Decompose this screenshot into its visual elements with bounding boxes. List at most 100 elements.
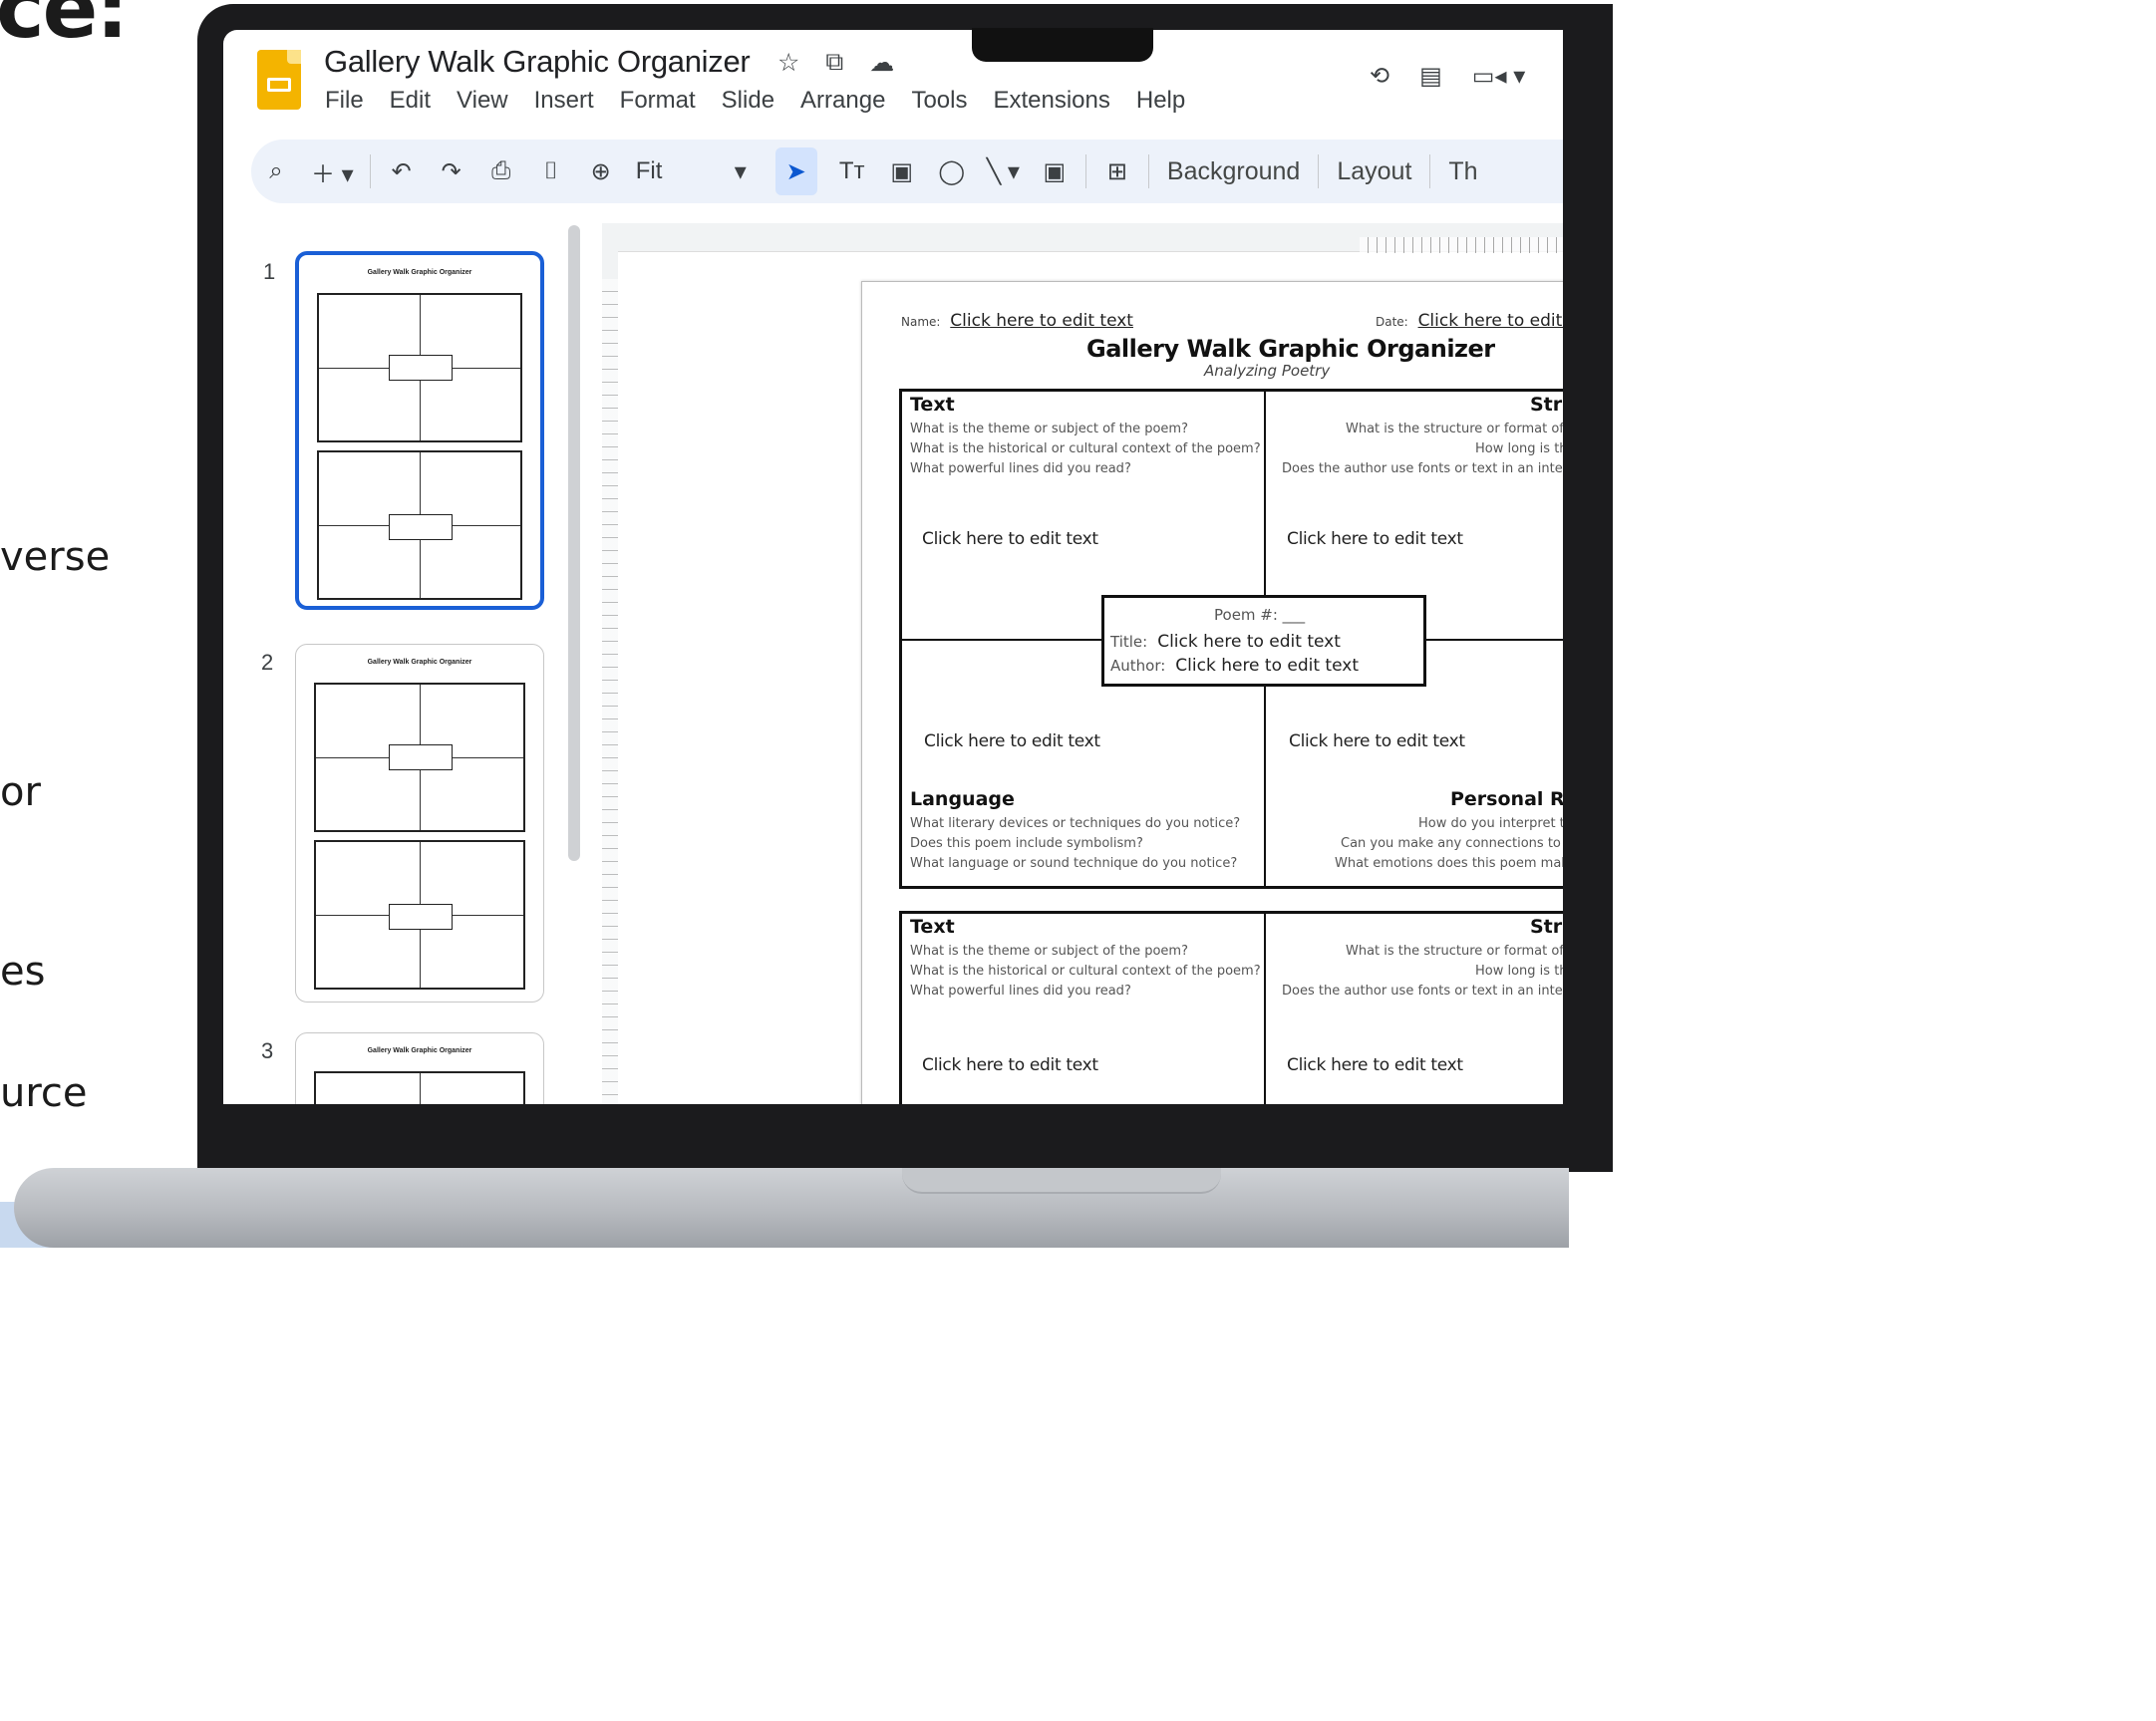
name-field[interactable]: Click here to edit text (950, 311, 1133, 331)
text-question: What powerful lines did you read? (910, 984, 1131, 999)
comments-icon[interactable]: ▤ (1419, 62, 1442, 91)
menu-arrange[interactable]: Arrange (800, 87, 885, 115)
toolbar-divider (1429, 154, 1431, 188)
laptop-opening-lip (902, 1168, 1221, 1194)
theme-button[interactable]: Th (1448, 157, 1477, 186)
marketing-line-1: verse (0, 534, 111, 580)
language-question: Does this poem include symbolism? (910, 836, 1143, 851)
menu-extensions[interactable]: Extensions (993, 87, 1109, 115)
marketing-line-3: es (0, 949, 46, 995)
toolbar-divider (1318, 154, 1320, 188)
slide-thumbnail-2[interactable]: Gallery Walk Graphic Organizer (295, 644, 544, 1003)
slide-content: Name: Click here to edit text Date: Clic… (877, 299, 1563, 1104)
language-answer-field[interactable]: Click here to edit text (924, 731, 1100, 751)
text-box-icon[interactable]: Tт (837, 147, 867, 195)
structure-question: What is the structure or format of the (1346, 422, 1563, 436)
zoom-icon[interactable]: ⊕ (586, 147, 616, 195)
menu-help[interactable]: Help (1136, 87, 1185, 115)
thumbnail-title: Gallery Walk Graphic Organizer (367, 1047, 472, 1054)
text-question: What powerful lines did you read? (910, 461, 1131, 476)
personal-question: What emotions does this poem make y (1335, 856, 1563, 871)
line-icon[interactable]: ╲ ▾ (987, 147, 1020, 195)
structure-answer-field[interactable]: Click here to edit text (1287, 529, 1463, 549)
horizontal-ruler (1360, 237, 1563, 253)
language-heading: Language (910, 788, 1015, 810)
structure-question: Does the author use fonts or text in an … (1282, 461, 1563, 476)
menu-view[interactable]: View (457, 87, 508, 115)
zoom-dropdown-icon[interactable]: ▾ (726, 147, 756, 195)
background-button[interactable]: Background (1167, 157, 1300, 186)
version-history-icon[interactable]: ⟲ (1370, 62, 1389, 91)
text-heading: Text (910, 394, 955, 416)
marketing-line-2: or (0, 769, 41, 815)
filmstrip-scrollbar[interactable] (568, 225, 580, 861)
poem-number[interactable]: Poem #: ___ (1214, 606, 1305, 624)
menu-insert[interactable]: Insert (534, 87, 594, 115)
date-row: Date: Click here to edit te (1376, 311, 1563, 331)
toolbar-divider (1084, 154, 1086, 188)
date-field[interactable]: Click here to edit te (1418, 311, 1563, 331)
search-menus-icon[interactable]: ⌕ (261, 147, 291, 195)
select-tool-icon[interactable]: ➤ (774, 147, 817, 195)
text-heading: Text (910, 916, 955, 938)
text-question: What is the historical or cultural conte… (910, 441, 1261, 456)
camera-notch (972, 28, 1153, 62)
print-icon[interactable]: ⎙ (486, 147, 516, 195)
name-label: Name: (901, 315, 941, 329)
marketing-line-4: urce (0, 1070, 88, 1116)
text-answer-field[interactable]: Click here to edit text (922, 529, 1098, 549)
zoom-select[interactable]: Fit (636, 147, 706, 195)
add-comment-icon[interactable]: ⊞ (1102, 147, 1132, 195)
personal-question: How do you interpret thi (1418, 816, 1563, 831)
name-row: Name: Click here to edit text (901, 311, 1133, 331)
star-icon[interactable]: ☆ (777, 48, 799, 78)
new-slide-button[interactable]: ＋ ▾ (311, 147, 354, 195)
thumbnail-title: Gallery Walk Graphic Organizer (367, 659, 472, 666)
menu-file[interactable]: File (325, 87, 364, 115)
structure-question: Does the author use fonts or text in an … (1282, 984, 1563, 999)
title-icons: ☆ ⧉ ☁ (777, 48, 894, 78)
slide-thumbnail-3[interactable]: Gallery Walk Graphic Organizer (295, 1032, 544, 1104)
video-icon[interactable]: ▣ (1040, 147, 1070, 195)
structure-answer-field[interactable]: Click here to edit text (1287, 1055, 1463, 1075)
meet-camera-icon[interactable]: ▭◂ ▾ (1472, 62, 1525, 91)
text-answer-field[interactable]: Click here to edit text (922, 1055, 1098, 1075)
shape-icon[interactable]: ◯ (937, 147, 967, 195)
slides-logo-icon[interactable] (257, 50, 301, 110)
menu-edit[interactable]: Edit (390, 87, 431, 115)
cloud-status-icon[interactable]: ☁ (869, 48, 894, 78)
language-question: What literary devices or techniques do y… (910, 816, 1241, 831)
structure-heading: Stru (1530, 916, 1563, 938)
personal-answer-field[interactable]: Click here to edit text (1289, 731, 1465, 751)
toolbar: ⌕ ＋ ▾ ↶ ↷ ⎙ ⌷ ⊕ Fit ▾ ➤ Tт ▣ ◯ ╲ ▾ ▣ ⊞ B… (251, 140, 1563, 203)
slide-thumbnail-1[interactable]: Gallery Walk Graphic Organizer (295, 251, 544, 610)
image-icon[interactable]: ▣ (887, 147, 917, 195)
menu-tools[interactable]: Tools (911, 87, 967, 115)
poem-author-label: Author: (1110, 657, 1166, 675)
document-title[interactable]: Gallery Walk Graphic Organizer (324, 44, 751, 80)
text-question: What is the historical or cultural conte… (910, 964, 1261, 979)
date-label: Date: (1376, 315, 1408, 329)
poem-title-field[interactable]: Click here to edit text (1157, 632, 1341, 652)
structure-question: How long is the (1475, 441, 1563, 456)
menu-format[interactable]: Format (620, 87, 696, 115)
hero-heading: ce: (0, 0, 129, 57)
poem-author-field[interactable]: Click here to edit text (1175, 656, 1359, 676)
structure-question: How long is the (1475, 964, 1563, 979)
menu-slide[interactable]: Slide (722, 87, 774, 115)
layout-button[interactable]: Layout (1337, 157, 1411, 186)
undo-icon[interactable]: ↶ (387, 147, 417, 195)
structure-question: What is the structure or format of the (1346, 944, 1563, 959)
organizer-grid: Text What is the theme or subject of the… (899, 389, 1563, 889)
menu-bar: File Edit View Insert Format Slide Arran… (325, 87, 1211, 115)
thumbnail-title: Gallery Walk Graphic Organizer (367, 269, 472, 276)
poem-title-label: Title: (1110, 633, 1148, 651)
move-to-folder-icon[interactable]: ⧉ (825, 48, 843, 78)
paint-format-icon[interactable]: ⌷ (536, 147, 566, 195)
slide-number: 3 (261, 1038, 274, 1063)
laptop-base (14, 1168, 1569, 1248)
personal-question: Can you make any connections to thi (1341, 836, 1563, 851)
header-right-icons: ⟲ ▤ ▭◂ ▾ (1370, 62, 1525, 91)
slide-number: 1 (263, 259, 276, 284)
redo-icon[interactable]: ↷ (437, 147, 466, 195)
